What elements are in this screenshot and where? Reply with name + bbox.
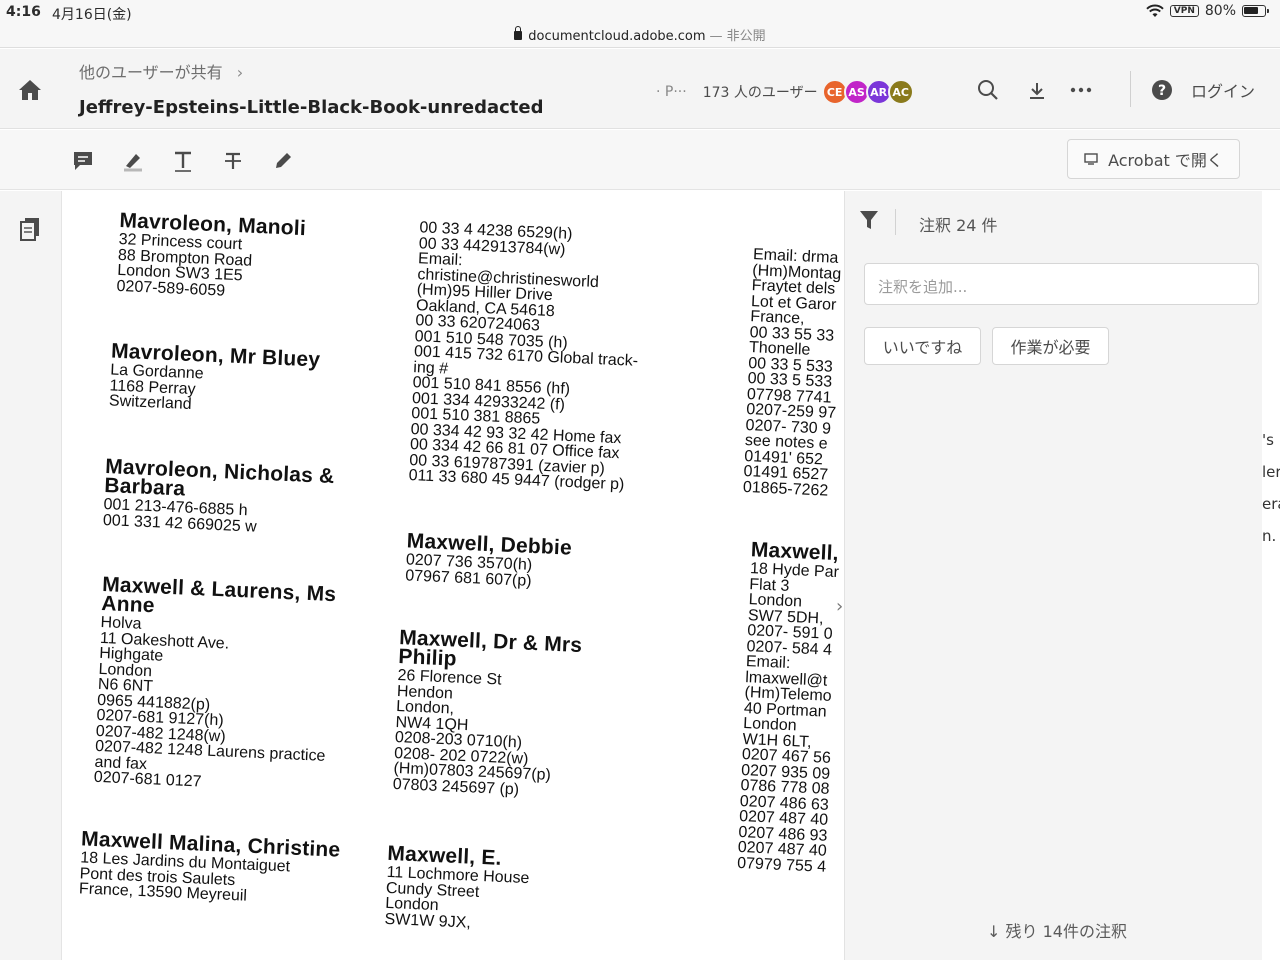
address-bar[interactable]: documentcloud.adobe.com — 非公開 (0, 25, 1280, 44)
pdf-page[interactable]: Mavroleon, Manoli 32 Princess court 88 Br… (62, 191, 844, 960)
svg-text:?: ? (1158, 83, 1166, 99)
filter-icon[interactable] (859, 209, 879, 231)
contact-name: Maxwell, (750, 538, 840, 566)
contact-entry: Mavroleon, Mr Bluey La Gordanne 1168 Perr… (108, 339, 321, 418)
draw-tool-icon[interactable] (270, 148, 296, 174)
comment-count: 注釈 24 件 (919, 216, 998, 235)
lock-icon (514, 26, 523, 40)
comment-tool-icon[interactable] (70, 148, 96, 174)
battery-fill (1244, 7, 1259, 14)
annotation-toolbar: Acrobat で開く (0, 130, 1280, 190)
contact-entry: Email: drma (Hm)Montag Fraytet dels Lot … (743, 245, 844, 499)
arrow-down-icon: ↓ (987, 922, 1006, 941)
privacy-label: — 非公開 (709, 29, 766, 44)
help-icon[interactable]: ? (1149, 77, 1175, 103)
user-count: 173 人のユーザー (702, 85, 818, 101)
contact-details: 32 Princess court 88 Brompton Road Londo… (116, 230, 253, 300)
contact-details: Email: drma (Hm)Montag Fraytet dels Lot … (742, 246, 842, 500)
left-rail (0, 191, 62, 960)
more-comments-label: 残り 14件の注釈 (1005, 922, 1127, 941)
more-options-icon[interactable] (1068, 77, 1094, 103)
more-comments-link[interactable]: ↓ 残り 14件の注釈 (987, 918, 1127, 942)
login-button[interactable]: ログイン (1191, 78, 1255, 102)
contact-entry: Maxwell & Laurens, Ms Anne Holva 11 Oakes… (93, 573, 336, 796)
contact-details: 00 33 4 4238 6529(h) 00 33 442913784(w) … (408, 219, 639, 494)
contact-entry: Maxwell, Dr & Mrs Philip 26 Florence St H… (392, 626, 583, 800)
contact-details: La Gordanne 1168 Perray Switzerland (108, 361, 205, 414)
chevron-right-icon[interactable]: › (836, 596, 843, 617)
contact-name: Maxwell, Dr & Mrs Philip (397, 626, 583, 671)
divider (895, 209, 896, 235)
page-edge-text: 's ler era n. (1262, 191, 1280, 960)
app-header: 他のユーザーが共有 › Jeffrey-Epsteins-Little-Black… (0, 49, 1280, 129)
divider (1130, 71, 1131, 107)
document-title: Jeffrey-Epsteins-Little-Black-Book-unred… (79, 97, 544, 118)
contact-entry: 00 33 4 4238 6529(h) 00 33 442913784(w) … (408, 218, 644, 493)
wifi-icon (1146, 4, 1164, 17)
contact-entry: Mavroleon, Manoli 32 Princess court 88 Br… (116, 209, 306, 302)
contact-details: 18 Hyde Par Flat 3 London SW7 5DH, 0207-… (736, 560, 840, 876)
text-tool-icon[interactable] (170, 148, 196, 174)
contact-details: 11 Lochmore House Cundy Street London SW… (384, 863, 530, 932)
status-date: 4月16日(金) (52, 7, 132, 23)
like-filter-chip[interactable]: いいですね (864, 327, 981, 365)
open-in-acrobat-label: Acrobat で開く (1108, 151, 1223, 170)
search-icon[interactable] (975, 77, 1001, 103)
download-icon[interactable] (1024, 77, 1050, 103)
contact-entry: Maxwell, E. 11 Lochmore House Cundy Stree… (384, 842, 530, 933)
vpn-badge: VPN (1169, 5, 1199, 17)
edge-text: 's (1262, 431, 1274, 449)
comments-panel: 注釈 24 件 注釈を追加... いいですね 作業が必要 ↓ 残り 14件の注釈 (844, 191, 1262, 960)
add-comment-input[interactable]: 注釈を追加... (864, 263, 1259, 305)
contact-entry: Maxwell Malina, Christine 18 Les Jardins … (79, 827, 341, 908)
home-icon[interactable] (18, 79, 42, 101)
battery-percent: 80% (1204, 3, 1236, 19)
comments-header: 注釈 24 件 (845, 191, 1263, 251)
contact-entry: Maxwell, Debbie 0207 736 3570(h) 07967 68… (405, 529, 572, 590)
monitor-icon (1084, 153, 1098, 165)
contact-entry: Mavroleon, Nicholas & Barbara 001 213-476… (103, 455, 335, 538)
avatar[interactable]: AC (887, 79, 914, 105)
avatar-group[interactable]: CE AS AR AC (821, 79, 914, 105)
strikethrough-tool-icon[interactable] (220, 148, 246, 174)
edge-text: n. (1262, 527, 1277, 545)
breadcrumb[interactable]: 他のユーザーが共有 › (79, 59, 243, 83)
status-indicators: VPN 80% (1146, 3, 1269, 19)
contact-details: 26 Florence St Hendon London, NW4 1QH 02… (392, 667, 552, 798)
page-thumbnails-icon[interactable] (20, 217, 40, 241)
share-prefix: · P··· (656, 84, 687, 100)
contact-details: Holva 11 Oakeshott Ave. Highgate London … (93, 613, 326, 791)
needs-work-filter-chip[interactable]: 作業が必要 (992, 327, 1109, 365)
breadcrumb-label: 他のユーザーが共有 (79, 63, 223, 82)
shared-users[interactable]: · P··· 173 人のユーザー CE AS AR AC (656, 79, 914, 105)
contact-entry: Maxwell, 18 Hyde Par Flat 3 London SW7 5D… (736, 538, 840, 876)
edge-text: ler (1262, 463, 1280, 481)
highlight-tool-icon[interactable] (120, 148, 146, 174)
status-time: 4:16 (6, 4, 41, 20)
status-bar: 4:16 4月16日(金) documentcloud.adobe.com — 非… (0, 0, 1280, 48)
chevron-right-icon: › (236, 63, 244, 82)
url-text: documentcloud.adobe.com (528, 29, 706, 44)
edge-text: era (1262, 495, 1280, 513)
battery-icon (1242, 5, 1269, 17)
open-in-acrobat-button[interactable]: Acrobat で開く (1067, 139, 1240, 179)
